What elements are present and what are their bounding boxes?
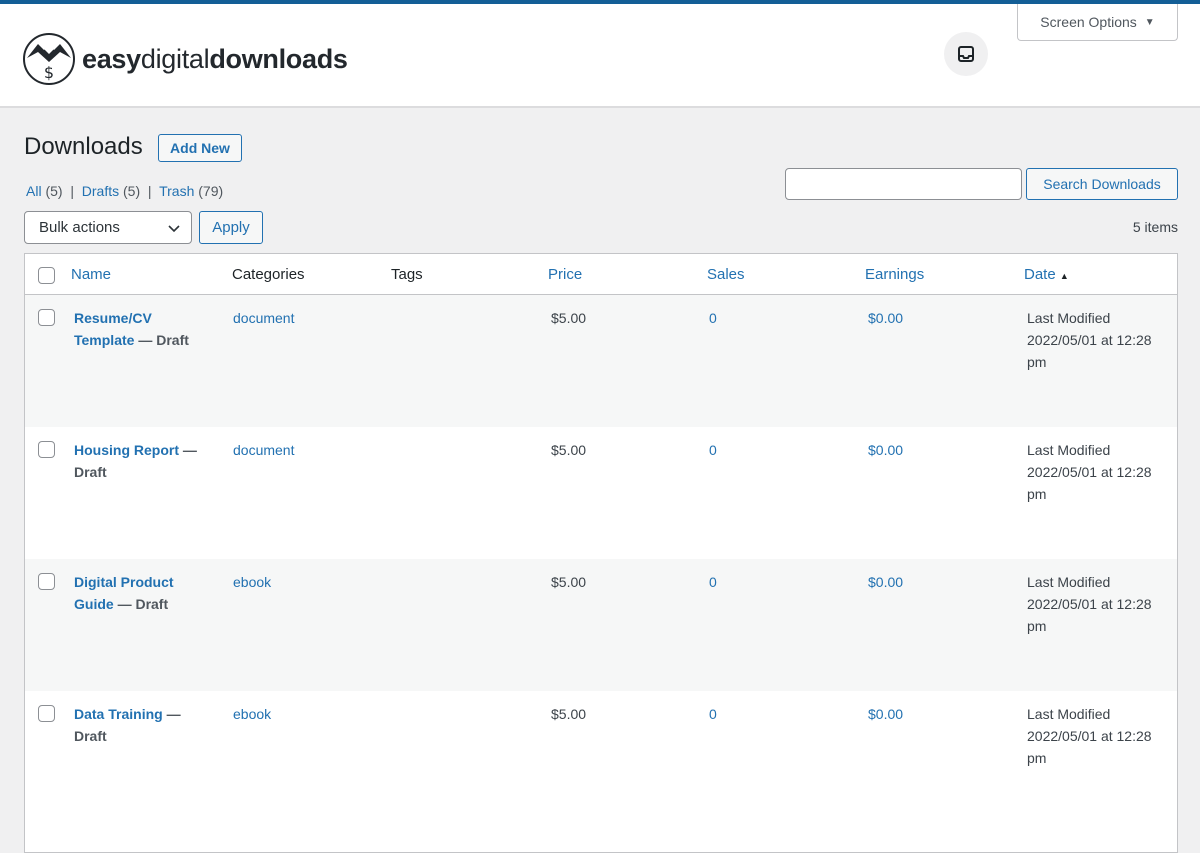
sales-link[interactable]: 0 — [709, 307, 717, 329]
brand-part: digital — [141, 44, 209, 74]
bulk-actions-select[interactable]: Bulk actions — [24, 211, 192, 244]
row-title-cell: Housing Report — Draft — [74, 439, 214, 483]
column-tags: Tags — [391, 266, 423, 283]
row-checkbox[interactable] — [38, 309, 55, 326]
sales-link[interactable]: 0 — [709, 703, 717, 725]
column-name[interactable]: Name — [71, 266, 111, 283]
column-date[interactable]: Date ▲ — [1024, 266, 1069, 283]
column-price[interactable]: Price — [548, 266, 582, 283]
row-checkbox[interactable] — [38, 705, 55, 722]
price: $5.00 — [551, 307, 586, 329]
brand-part: downloads — [209, 44, 347, 74]
date-value: 2022/05/01 at 12:28 pm — [1027, 332, 1152, 370]
column-sales[interactable]: Sales — [707, 266, 745, 283]
column-earnings[interactable]: Earnings — [865, 266, 924, 283]
date-value: 2022/05/01 at 12:28 pm — [1027, 464, 1152, 502]
table-body: Resume/CV Template — Draft document $5.0… — [25, 295, 1177, 823]
post-status: — Draft — [118, 596, 169, 612]
table-row: Housing Report — Draft document $5.00 0 … — [25, 427, 1177, 559]
post-status: — Draft — [138, 332, 189, 348]
price: $5.00 — [551, 439, 586, 461]
earnings-link[interactable]: $0.00 — [868, 307, 903, 329]
header: $ easydigitaldownloads Screen Options ▼ — [0, 4, 1200, 108]
table-row: Digital Product Guide — Draft ebook $5.0… — [25, 559, 1177, 691]
bulk-actions-value: Bulk actions — [39, 219, 120, 236]
earnings-link[interactable]: $0.00 — [868, 439, 903, 461]
date-label: Last Modified — [1027, 706, 1110, 722]
chevron-down-icon — [167, 221, 181, 235]
download-title-link[interactable]: Data Training — [74, 706, 163, 722]
row-title-cell: Data Training — Draft — [74, 703, 214, 747]
date-label: Last Modified — [1027, 310, 1110, 326]
filter-trash[interactable]: Trash — [159, 183, 194, 199]
brand-name: easydigitaldownloads — [82, 44, 348, 75]
screen-options-button[interactable]: Screen Options ▼ — [1017, 4, 1178, 41]
sales-link[interactable]: 0 — [709, 439, 717, 461]
sales-link[interactable]: 0 — [709, 571, 717, 593]
screen-options-label: Screen Options — [1040, 14, 1137, 30]
svg-text:$: $ — [44, 63, 54, 82]
category-link[interactable]: document — [233, 307, 294, 329]
date-value: 2022/05/01 at 12:28 pm — [1027, 596, 1152, 634]
add-new-button[interactable]: Add New — [158, 134, 242, 162]
page-title: Downloads — [24, 133, 143, 161]
edd-logo-icon: $ — [22, 32, 76, 86]
row-checkbox[interactable] — [38, 441, 55, 458]
brand-part: easy — [82, 44, 141, 74]
table-row: Resume/CV Template — Draft document $5.0… — [25, 295, 1177, 427]
search-input[interactable] — [785, 168, 1022, 200]
price: $5.00 — [551, 571, 586, 593]
filter-drafts[interactable]: Drafts — [82, 183, 119, 199]
caret-down-icon: ▼ — [1145, 17, 1155, 28]
date-label: Last Modified — [1027, 574, 1110, 590]
date-cell: Last Modified 2022/05/01 at 12:28 pm — [1027, 307, 1172, 373]
category-link[interactable]: document — [233, 439, 294, 461]
status-filters: All (5) | Drafts (5) | Trash (79) — [26, 183, 223, 199]
table-header: Name Categories Tags Price Sales Earning… — [25, 254, 1177, 295]
row-title-cell: Digital Product Guide — Draft — [74, 571, 214, 615]
download-title-link[interactable]: Housing Report — [74, 442, 179, 458]
table-row: Data Training — Draft ebook $5.00 0 $0.0… — [25, 691, 1177, 823]
filter-count: (5) — [123, 183, 140, 199]
column-categories: Categories — [232, 266, 305, 283]
earnings-link[interactable]: $0.00 — [868, 703, 903, 725]
category-link[interactable]: ebook — [233, 571, 271, 593]
sort-asc-icon: ▲ — [1060, 271, 1069, 281]
date-value: 2022/05/01 at 12:28 pm — [1027, 728, 1152, 766]
date-cell: Last Modified 2022/05/01 at 12:28 pm — [1027, 439, 1172, 505]
category-link[interactable]: ebook — [233, 703, 271, 725]
apply-button[interactable]: Apply — [199, 211, 263, 244]
filter-count: (79) — [198, 183, 223, 199]
earnings-link[interactable]: $0.00 — [868, 571, 903, 593]
row-checkbox[interactable] — [38, 573, 55, 590]
date-cell: Last Modified 2022/05/01 at 12:28 pm — [1027, 571, 1172, 637]
inbox-icon — [957, 45, 975, 63]
inbox-button[interactable] — [944, 32, 988, 76]
date-label: Last Modified — [1027, 442, 1110, 458]
brand-logo[interactable]: $ easydigitaldownloads — [22, 32, 348, 86]
filter-all[interactable]: All — [26, 183, 42, 199]
select-all-checkbox[interactable] — [38, 267, 55, 284]
column-date-label: Date — [1024, 266, 1056, 283]
price: $5.00 — [551, 703, 586, 725]
search-downloads-button[interactable]: Search Downloads — [1026, 168, 1178, 200]
date-cell: Last Modified 2022/05/01 at 12:28 pm — [1027, 703, 1172, 769]
filter-count: (5) — [45, 183, 62, 199]
items-count: 5 items — [1133, 219, 1178, 235]
downloads-table: Name Categories Tags Price Sales Earning… — [24, 253, 1178, 853]
row-title-cell: Resume/CV Template — Draft — [74, 307, 214, 351]
